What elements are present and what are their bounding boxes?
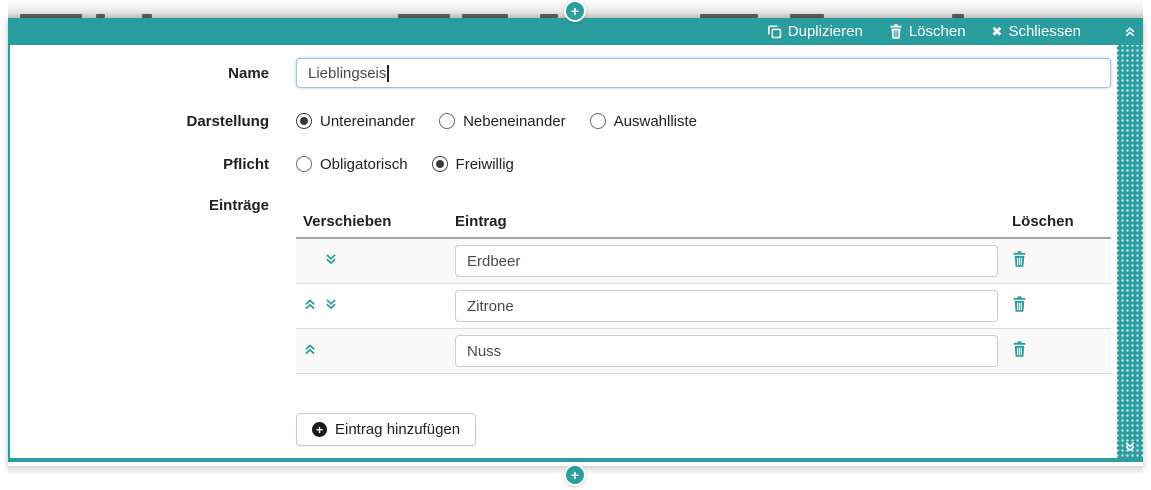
- chevron-double-down-icon: [324, 252, 338, 266]
- add-entry-label: Eintrag hinzufügen: [335, 421, 460, 438]
- radio-label: Freiwillig: [456, 156, 514, 173]
- duplicate-button[interactable]: Duplizieren: [767, 24, 863, 39]
- radio-nebeneinander[interactable]: Nebeneinander: [439, 113, 566, 130]
- trash-icon: [889, 24, 903, 39]
- column-header-loeschen: Löschen: [1000, 213, 1111, 230]
- duplicate-icon: [767, 24, 782, 39]
- trash-icon: [1012, 296, 1027, 312]
- radio-unselected-icon: [296, 156, 312, 172]
- right-collapse-rail[interactable]: [1117, 45, 1143, 458]
- radio-freiwillig[interactable]: Freiwillig: [432, 156, 514, 173]
- add-element-below-button[interactable]: +: [564, 464, 586, 486]
- move-down-button[interactable]: [324, 297, 338, 311]
- move-down-button[interactable]: [324, 252, 338, 266]
- pflicht-radio-group: Obligatorisch Freiwillig: [296, 156, 514, 173]
- column-header-eintrag: Eintrag: [446, 213, 1000, 230]
- entry-row: [296, 284, 1111, 329]
- delete-entry-button[interactable]: [1012, 296, 1027, 312]
- radio-unselected-icon: [439, 113, 455, 129]
- darstellung-label: Darstellung: [10, 113, 296, 130]
- chevron-double-up-icon: [303, 297, 317, 311]
- name-input[interactable]: Lieblingseis: [296, 58, 1111, 88]
- plus-circle-icon: +: [312, 422, 327, 437]
- add-entry-button[interactable]: + Eintrag hinzufügen: [296, 413, 476, 446]
- entry-input[interactable]: [455, 245, 998, 277]
- close-button[interactable]: ✖ Schliessen: [992, 24, 1081, 39]
- name-label: Name: [10, 65, 296, 82]
- darstellung-radio-group: Untereinander Nebeneinander Auswahlliste: [296, 113, 697, 130]
- move-controls: [296, 252, 446, 270]
- pflicht-label: Pflicht: [10, 156, 296, 173]
- radio-selected-icon: [432, 156, 448, 172]
- pflicht-row: Pflicht Obligatorisch Freiwillig: [10, 152, 514, 176]
- collapse-panel-button[interactable]: [1123, 25, 1137, 38]
- move-up-button[interactable]: [303, 342, 317, 356]
- trash-icon: [1012, 341, 1027, 357]
- expand-down-button[interactable]: [1123, 440, 1137, 453]
- radio-unselected-icon: [590, 113, 606, 129]
- entry-input[interactable]: [455, 290, 998, 322]
- radio-label: Obligatorisch: [320, 156, 408, 173]
- trash-icon: [1012, 251, 1027, 267]
- radio-auswahlliste[interactable]: Auswahlliste: [590, 113, 697, 130]
- editor-toolbar: Duplizieren Löschen ✖ Schliessen: [8, 18, 1143, 45]
- name-value: Lieblingseis: [308, 65, 386, 82]
- text-caret: [387, 65, 389, 82]
- delete-element-button[interactable]: Löschen: [889, 24, 966, 39]
- close-icon: ✖: [992, 25, 1003, 38]
- entry-row: [296, 329, 1111, 374]
- darstellung-row: Darstellung Untereinander Nebeneinander …: [10, 109, 697, 133]
- radio-obligatorisch[interactable]: Obligatorisch: [296, 156, 408, 173]
- chevron-double-up-icon: [303, 342, 317, 356]
- delete-element-label: Löschen: [909, 24, 966, 39]
- move-controls: [296, 297, 446, 315]
- chevron-double-up-icon: [1123, 25, 1137, 38]
- delete-entry-button[interactable]: [1012, 341, 1027, 357]
- plus-icon: +: [571, 468, 579, 482]
- radio-untereinander[interactable]: Untereinander: [296, 113, 415, 130]
- entry-row: [296, 239, 1111, 284]
- radio-label: Auswahlliste: [614, 113, 697, 130]
- editor-form: Name Lieblingseis Darstellung Untereinan…: [8, 45, 1143, 462]
- eintraege-label: Einträge: [10, 197, 296, 214]
- page: Duplizieren Löschen ✖ Schliessen: [0, 0, 1151, 490]
- radio-selected-icon: [296, 113, 312, 129]
- move-up-button[interactable]: [303, 297, 317, 311]
- name-row: Name Lieblingseis: [10, 58, 1111, 88]
- radio-label: Untereinander: [320, 113, 415, 130]
- plus-icon: +: [571, 4, 579, 18]
- column-header-verschieben: Verschieben: [296, 213, 446, 230]
- move-controls: [296, 342, 446, 360]
- duplicate-label: Duplizieren: [788, 24, 863, 39]
- entries-table: Verschieben Eintrag Löschen: [296, 213, 1111, 374]
- delete-entry-button[interactable]: [1012, 251, 1027, 267]
- radio-label: Nebeneinander: [463, 113, 566, 130]
- chevron-double-down-icon: [1123, 440, 1137, 453]
- chevron-double-down-icon: [324, 297, 338, 311]
- close-label: Schliessen: [1008, 24, 1081, 39]
- entry-input[interactable]: [455, 335, 998, 367]
- add-element-above-button[interactable]: +: [564, 0, 586, 22]
- entries-table-header: Verschieben Eintrag Löschen: [296, 213, 1111, 239]
- element-editor-panel: Duplizieren Löschen ✖ Schliessen: [8, 18, 1143, 466]
